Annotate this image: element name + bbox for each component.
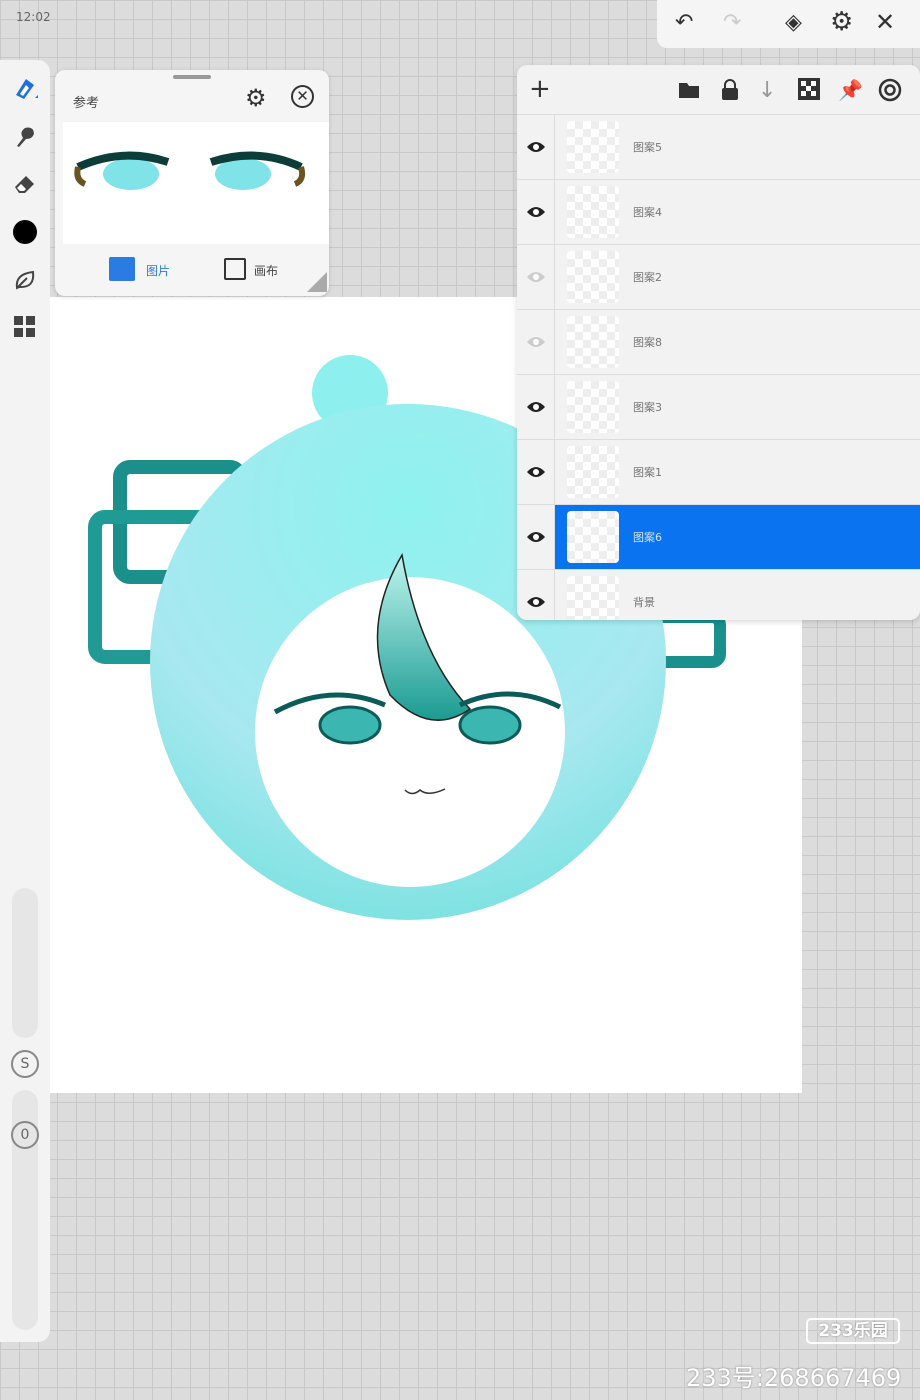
layer-row[interactable]: 图案1 (517, 440, 920, 505)
redo-icon[interactable]: ↷ (723, 10, 741, 35)
merge-down-icon[interactable]: ↓ (758, 78, 782, 103)
layer-row[interactable]: 图案3 (517, 375, 920, 440)
layer-name: 图案4 (633, 206, 662, 219)
layer-name: 图案3 (633, 401, 662, 414)
size-badge: S (11, 1050, 39, 1078)
layer-name: 图案5 (633, 141, 662, 154)
layer-thumbnail (567, 186, 619, 238)
eye-icon[interactable] (517, 570, 555, 620)
lock-icon[interactable] (718, 78, 742, 102)
brush-tool-icon[interactable] (10, 73, 40, 103)
layer-name: 图案8 (633, 336, 662, 349)
transparency-checker-icon[interactable] (798, 78, 822, 102)
smudge-tool-icon[interactable] (10, 121, 40, 151)
top-toolbar: ↶ ↷ ◈ ⚙ ✕ (657, 0, 920, 48)
layer-thumbnail (567, 251, 619, 303)
reference-settings-gear-icon[interactable]: ⚙ (245, 84, 267, 112)
eye-icon[interactable] (517, 115, 555, 179)
layer-row[interactable]: 图案5 (517, 115, 920, 180)
close-icon[interactable]: ✕ (875, 8, 895, 36)
eye-icon[interactable] (517, 505, 555, 569)
eye-icon[interactable] (517, 180, 555, 244)
layer-row[interactable]: 背景 (517, 570, 920, 620)
reference-title: 参考 (73, 96, 100, 111)
left-toolbar: S 0 (0, 60, 50, 1342)
settings-gear-icon[interactable]: ⚙ (830, 7, 853, 37)
watermark-id: 233号:268667469 (686, 1364, 902, 1392)
leaf-tool-icon[interactable] (10, 265, 40, 295)
pin-icon[interactable]: 📌 (838, 78, 863, 102)
gallery-grid-icon[interactable] (10, 312, 40, 342)
eye-icon[interactable] (517, 375, 555, 439)
eye-hidden-icon[interactable] (517, 245, 555, 309)
layer-thumbnail (567, 576, 619, 620)
color-picker-swatch[interactable] (10, 217, 40, 247)
eye-icon[interactable] (517, 440, 555, 504)
image-tab-icon[interactable] (109, 257, 135, 281)
layer-row[interactable]: 图案8 (517, 310, 920, 375)
layers-icon[interactable]: ◈ (785, 10, 802, 35)
layer-thumbnail (567, 511, 619, 563)
canvas-tab-icon[interactable] (224, 258, 246, 280)
layers-panel: + ↓ 📌 图案5 图案4 图案2 图案8 图案3 图案1 图案6 背景 (517, 65, 920, 620)
layer-row[interactable]: 图案4 (517, 180, 920, 245)
layer-thumbnail (567, 446, 619, 498)
drag-handle[interactable] (173, 75, 211, 79)
layer-thumbnail (567, 381, 619, 433)
layer-thumbnail (567, 316, 619, 368)
watermark-logo: 233乐园 (806, 1318, 900, 1344)
tab-canvas[interactable]: 画布 (254, 262, 278, 279)
undo-icon[interactable]: ↶ (675, 10, 693, 35)
close-reference-icon[interactable]: ✕ (291, 85, 314, 108)
opacity-badge: 0 (11, 1121, 39, 1149)
status-time: 12:02 (16, 10, 51, 24)
reference-image (63, 122, 329, 244)
layer-name: 图案2 (633, 271, 662, 284)
target-icon[interactable] (878, 78, 902, 102)
layer-name: 图案1 (633, 466, 662, 479)
layer-thumbnail (567, 121, 619, 173)
brush-size-slider[interactable] (12, 888, 38, 1038)
tab-image[interactable]: 图片 (146, 262, 170, 279)
folder-icon[interactable] (677, 78, 701, 102)
eye-hidden-icon[interactable] (517, 310, 555, 374)
reference-panel: 参考 ⚙ ✕ 图片 画布 (55, 70, 329, 296)
add-layer-icon[interactable]: + (529, 76, 553, 102)
resize-handle-icon[interactable] (307, 272, 327, 292)
layer-row[interactable]: 图案6 (517, 505, 920, 570)
layer-name: 图案6 (633, 531, 662, 544)
eraser-tool-icon[interactable] (10, 169, 40, 199)
layer-row[interactable]: 图案2 (517, 245, 920, 310)
layer-name: 背景 (633, 596, 655, 609)
